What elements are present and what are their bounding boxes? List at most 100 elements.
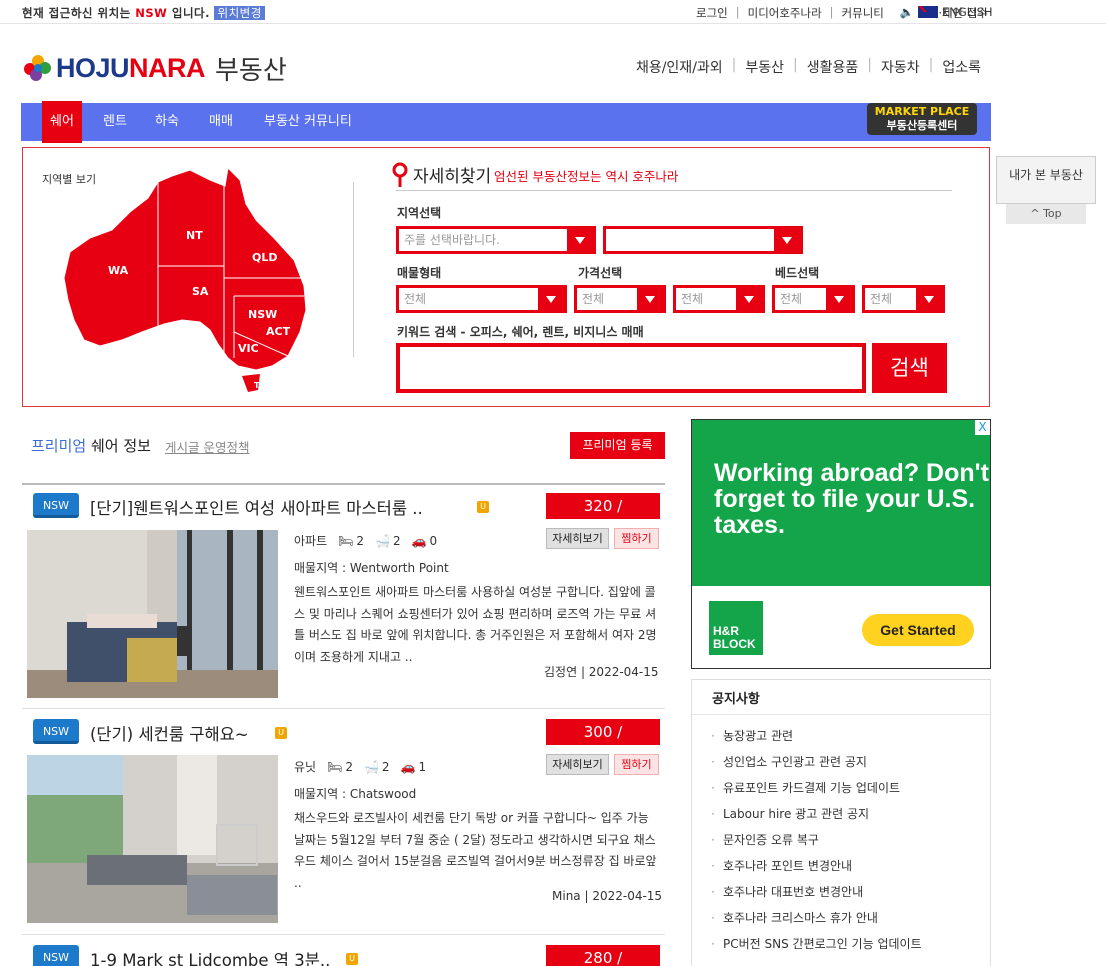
urgent-icon: U (477, 501, 489, 513)
notice-item[interactable]: Labour hire 광고 관련 공지 (709, 804, 922, 830)
region-select-label: 지역선택 (397, 206, 442, 220)
chevron-down-icon (567, 229, 593, 251)
save-button[interactable]: 찜하기 (614, 528, 659, 549)
property-type-label: 매물형태 (397, 266, 442, 280)
price-min-select[interactable]: 전체 (574, 285, 666, 313)
premium-register-button[interactable]: 프리미엄 등록 (570, 432, 665, 459)
save-button[interactable]: 찜하기 (614, 754, 659, 775)
tab-rent[interactable]: 렌트 (103, 103, 127, 141)
listing-divider (22, 708, 665, 709)
keyword-input[interactable] (396, 343, 866, 393)
market-place-button[interactable]: MARKET PLACE 부동산등록센터 (867, 103, 977, 135)
scroll-top-button[interactable]: ^ Top (1006, 204, 1086, 224)
urgent-icon: U (346, 953, 358, 965)
region-nt: NT (186, 229, 203, 242)
chevron-down-icon (916, 288, 942, 310)
hr-block-logo: H&R BLOCK (709, 601, 763, 655)
listing-description: 채스우드와 로즈빌사이 세컨룸 단기 독방 or 커플 구합니다~ 입주 가능 … (294, 811, 657, 890)
property-type: 유닛 (294, 760, 317, 774)
location-pin-icon (392, 162, 408, 187)
brand-sub: 부동산 (215, 56, 287, 86)
notice-item[interactable]: 유료포인트 카드결제 기능 업데이트 (709, 778, 922, 804)
advertisement[interactable]: Working abroad? Don't forget to file you… (691, 419, 991, 669)
chevron-down-icon (637, 288, 663, 310)
property-type: 아파트 (294, 534, 328, 548)
tab-sale[interactable]: 매매 (209, 103, 233, 141)
view-detail-button[interactable]: 자세히보기 (546, 528, 609, 549)
get-started-button[interactable]: Get Started (862, 614, 974, 646)
bed-min-select[interactable]: 전체 (772, 285, 855, 313)
listing-title[interactable]: 1-9 Mark st Lidcombe 역 3분.. (90, 947, 330, 966)
bed-max-select[interactable]: 전체 (862, 285, 945, 313)
view-detail-button[interactable]: 자세히보기 (546, 754, 609, 775)
property-type-select[interactable]: 전체 (396, 285, 567, 313)
region-badge: NSW (33, 719, 79, 744)
community-link[interactable]: 커뮤니티 (842, 5, 884, 21)
suburb-select[interactable] (603, 226, 803, 254)
bath-icon: 🛁 (375, 533, 390, 548)
notice-item[interactable]: 호주나라 대표번호 변경안내 (709, 882, 922, 908)
chevron-down-icon (774, 229, 800, 251)
listing-photo[interactable] (27, 530, 278, 698)
location-prefix: 현재 접근하신 위치는 (22, 6, 131, 20)
price-max-select[interactable]: 전체 (673, 285, 765, 313)
change-location-button[interactable]: 위치변경 (214, 6, 265, 20)
listing-photo[interactable] (27, 755, 278, 923)
nav-jobs[interactable]: 채용/인재/과외 (636, 57, 723, 77)
nav-realestate[interactable]: 부동산 (745, 57, 784, 77)
listing-author-date: 김정연 | 2022-04-15 (544, 665, 659, 679)
listing-author-date: Mina | 2022-04-15 (552, 889, 663, 903)
listing-divider (22, 934, 665, 935)
notice-item[interactable]: 호주나라 포인트 변경안내 (709, 856, 922, 882)
region-badge: NSW (33, 945, 79, 966)
nav-directory[interactable]: 업소록 (942, 57, 981, 77)
tab-community[interactable]: 부동산 커뮤니티 (264, 103, 352, 141)
bed-icon: 🛏 (327, 759, 343, 774)
tab-boarding[interactable]: 하숙 (155, 103, 179, 141)
chevron-down-icon (538, 288, 564, 310)
notice-panel: 공지사항 농장광고 관련 성인업소 구인광고 관련 공지 유료포인트 카드결제 … (691, 679, 991, 966)
listing-title[interactable]: [단기]웬트워스포인트 여성 새아파트 마스터룸 .. (90, 495, 423, 519)
notice-divider (692, 714, 990, 715)
category-nav: 쉐어 렌트 하숙 매매 부동산 커뮤니티 MARKET PLACE 부동산등록센… (21, 101, 991, 143)
listing-title[interactable]: (단기) 세컨룸 구해요~ (90, 721, 249, 745)
notice-item[interactable]: 성인업소 구인광고 관련 공지 (709, 752, 922, 778)
notice-item[interactable]: 농장광고 관련 (709, 726, 922, 752)
region-vic: VIC (238, 342, 259, 355)
recently-viewed-button[interactable]: 내가 본 부동산 (996, 156, 1096, 204)
media-link[interactable]: 미디어호주나라 (748, 5, 822, 21)
english-link[interactable]: ENGLISH (918, 5, 993, 19)
tab-share[interactable]: 쉐어 (42, 101, 82, 143)
nav-cars[interactable]: 자동차 (881, 57, 920, 77)
region-nsw: NSW (248, 308, 277, 321)
login-link[interactable]: 로그인 (696, 5, 728, 21)
listing-price: 320 / (546, 493, 660, 519)
premium-title: 프리미엄 쉐어 정보 (31, 437, 151, 455)
urgent-icon: U (275, 727, 287, 739)
listing-specs: 아파트 🛏 2 🛁 2 🚗 0 (294, 533, 438, 549)
bath-icon: 🛁 (363, 759, 379, 774)
detail-search-title: 자세히찾기 (413, 167, 492, 187)
state-select[interactable]: 주를 선택바랍니다. (396, 226, 596, 254)
english-label: ENGLISH (942, 5, 993, 19)
car-icon: 🚗 (411, 533, 427, 548)
location-suffix: 입니다. (171, 6, 210, 20)
price-label: 가격선택 (578, 266, 623, 280)
policy-link[interactable]: 게시글 운영정책 (165, 437, 249, 456)
close-icon[interactable]: X (975, 420, 990, 435)
site-logo[interactable]: HOJUNARA 부동산 (24, 50, 287, 87)
search-divider (396, 190, 952, 191)
search-button[interactable]: 검색 (872, 343, 947, 393)
notice-item[interactable]: 문자인증 오류 복구 (709, 830, 922, 856)
nav-goods[interactable]: 생활용품 (807, 57, 859, 77)
notice-item[interactable]: PC버전 SNS 간편로그인 기능 업데이트 (709, 934, 922, 960)
region-wa: WA (108, 264, 129, 277)
chevron-down-icon (826, 288, 852, 310)
detail-search-subtitle: 엄선된 부동산정보는 역시 호주나라 (494, 169, 679, 184)
notice-item[interactable]: 호주나라 크리스마스 휴가 안내 (709, 908, 922, 934)
chevron-down-icon (736, 288, 762, 310)
main-nav: 채용/인재/과외 | 부동산 | 생활용품 | 자동차 | 업소록 (635, 57, 981, 77)
notice-list: 농장광고 관련 성인업소 구인광고 관련 공지 유료포인트 카드결제 기능 업데… (709, 726, 922, 960)
section-divider (22, 483, 665, 485)
brand-wordmark: HOJUNARA (56, 53, 206, 83)
